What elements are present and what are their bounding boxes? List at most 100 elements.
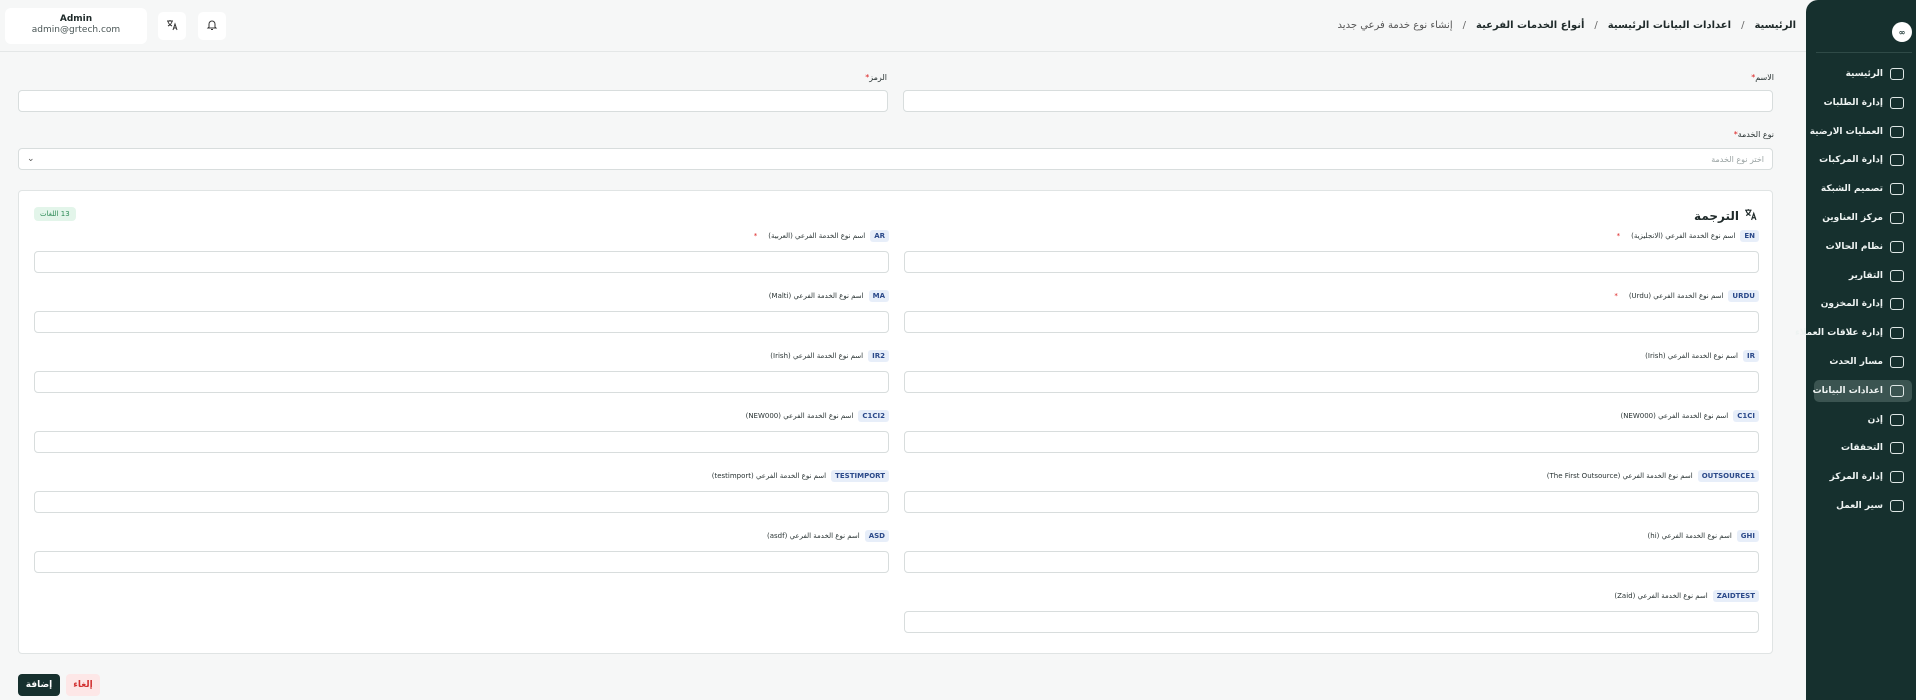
sidebar-item[interactable]: إدارة الطلبات bbox=[1814, 92, 1912, 114]
breadcrumb-separator: / bbox=[1741, 20, 1745, 31]
sidebar-item-label: إدارة علاقات العملاء bbox=[1795, 328, 1883, 339]
translation-input[interactable] bbox=[34, 371, 889, 393]
translation-field: IR2 اسم نوع الخدمة الفرعي (Irish) bbox=[34, 349, 889, 393]
translation-input[interactable] bbox=[904, 491, 1759, 513]
translation-input[interactable] bbox=[34, 551, 889, 573]
sidebar-item-label: مركز العناوين bbox=[1822, 212, 1883, 223]
code-input[interactable] bbox=[18, 90, 888, 112]
database-icon bbox=[1890, 384, 1904, 397]
sidebar-item[interactable]: مسار الحدث bbox=[1814, 351, 1912, 373]
user-profile-card[interactable]: Admin admin@grtech.com bbox=[5, 8, 147, 44]
sidebar-item[interactable]: التقارير bbox=[1814, 265, 1912, 287]
language-code-badge: MA bbox=[868, 290, 889, 302]
translation-field-label: اسم نوع الخدمة الفرعي (Irish) bbox=[770, 352, 864, 360]
sidebar-item-label: تصميم الشبكة bbox=[1820, 184, 1883, 195]
validation-icon bbox=[1890, 442, 1904, 455]
translation-input[interactable] bbox=[34, 431, 889, 453]
name-input[interactable] bbox=[903, 90, 1773, 112]
sidebar-item[interactable]: إذن bbox=[1814, 409, 1912, 431]
sidebar-item-label: التحققات bbox=[1840, 443, 1883, 454]
translation-input[interactable] bbox=[904, 611, 1759, 633]
translation-title: الترجمة bbox=[1694, 208, 1757, 224]
translation-input[interactable] bbox=[904, 431, 1759, 453]
translation-card: الترجمة 13 اللغات EN اسم نوع الخدمة الفرع… bbox=[18, 190, 1773, 654]
translate-icon bbox=[166, 19, 178, 34]
translation-field: IR اسم نوع الخدمة الفرعي (Irish) bbox=[904, 349, 1759, 393]
translation-input[interactable] bbox=[904, 311, 1759, 333]
sidebar-item-label: اعدادات البيانات bbox=[1812, 385, 1883, 396]
translation-field-label: اسم نوع الخدمة الفرعي (NEW000) bbox=[745, 412, 854, 420]
translation-field-label: اسم نوع الخدمة الفرعي (NEW000) bbox=[1620, 412, 1729, 420]
location-icon bbox=[1890, 211, 1904, 224]
translation-input[interactable] bbox=[904, 251, 1759, 273]
translation-field-header: OUTSOURCE1 اسم نوع الخدمة الفرعي (The Fir… bbox=[904, 469, 1759, 483]
translation-field-label: اسم نوع الخدمة الفرعي (Zaid) bbox=[1614, 592, 1708, 600]
language-toggle-button[interactable] bbox=[158, 12, 186, 40]
required-mark: * bbox=[1614, 292, 1618, 300]
translation-field-header: ZAIDTEST اسم نوع الخدمة الفرعي (Zaid) bbox=[904, 589, 1759, 603]
sidebar-item-label: مسار الحدث bbox=[1829, 356, 1883, 367]
sidebar-item-label: الرئيسية bbox=[1845, 69, 1883, 79]
translation-field-header: IR اسم نوع الخدمة الفرعي (Irish) bbox=[904, 349, 1759, 363]
breadcrumb-separator: / bbox=[1462, 20, 1466, 31]
sidebar-item[interactable]: اعدادات البيانات bbox=[1812, 379, 1912, 402]
translation-field-header: C1CI اسم نوع الخدمة الفرعي (NEW000) bbox=[904, 409, 1759, 423]
sidebar-item[interactable]: تصميم الشبكة bbox=[1814, 178, 1912, 200]
network-icon bbox=[1890, 183, 1904, 196]
sidebar-item[interactable]: إدارة المخزون bbox=[1814, 293, 1912, 315]
workflow-icon bbox=[1890, 499, 1904, 512]
chevron-down-icon: ⌄ bbox=[27, 154, 35, 164]
translation-input[interactable] bbox=[904, 371, 1759, 393]
service-type-label: نوع الخدمة* bbox=[1733, 130, 1774, 139]
translation-input[interactable] bbox=[34, 251, 889, 273]
service-type-select[interactable]: اختر نوع الخدمة ⌄ bbox=[18, 148, 1773, 170]
event-path-icon bbox=[1890, 355, 1904, 368]
breadcrumb-master-data[interactable]: اعدادات البيانات الرئيسية bbox=[1608, 20, 1731, 31]
reports-icon bbox=[1890, 269, 1904, 282]
translation-field-header: EN اسم نوع الخدمة الفرعي (الانجليزية) * bbox=[904, 229, 1759, 243]
translation-field-label: اسم نوع الخدمة الفرعي (hi) bbox=[1647, 532, 1732, 540]
sidebar-item[interactable]: العمليات الارضية bbox=[1810, 121, 1912, 143]
translation-field-label: اسم نوع الخدمة الفرعي (Irish) bbox=[1645, 352, 1738, 360]
translation-field: MA اسم نوع الخدمة الفرعي (Malti) bbox=[34, 289, 889, 333]
cancel-button[interactable]: إلغاء bbox=[66, 674, 100, 696]
translation-field: GHI اسم نوع الخدمة الفرعي (hi) bbox=[904, 529, 1759, 573]
notifications-button[interactable] bbox=[198, 12, 226, 40]
breadcrumb-home[interactable]: الرئيسية bbox=[1754, 20, 1796, 31]
translation-field-header: IR2 اسم نوع الخدمة الفرعي (Irish) bbox=[34, 349, 889, 363]
sidebar-divider bbox=[1816, 52, 1912, 53]
sidebar-item[interactable]: التحققات bbox=[1814, 437, 1912, 459]
app-logo[interactable]: ∞ bbox=[1892, 22, 1912, 42]
add-button[interactable]: إضافة bbox=[18, 674, 60, 696]
inventory-icon bbox=[1890, 298, 1904, 311]
translation-field-label: اسم نوع الخدمة الفرعي (العربية) bbox=[768, 232, 866, 240]
sidebar-item[interactable]: نظام الحالات bbox=[1814, 236, 1912, 258]
truck-icon bbox=[1890, 154, 1904, 167]
breadcrumb-current: إنشاء نوع خدمة فرعي جديد bbox=[1337, 20, 1453, 31]
sidebar: ∞ الرئيسية إدارة الطلبات العمليات الارضية إ… bbox=[1795, 0, 1916, 700]
language-code-badge: ASD bbox=[864, 530, 889, 542]
sidebar-item[interactable]: سير العمل bbox=[1814, 495, 1912, 517]
name-label: الاسم* bbox=[1751, 73, 1774, 82]
translation-field-label: اسم نوع الخدمة الفرعي (The First Outsour… bbox=[1546, 472, 1693, 480]
breadcrumb-sub-service-types[interactable]: أنواع الخدمات الفرعية bbox=[1476, 20, 1584, 31]
sidebar-item[interactable]: إدارة المركز bbox=[1814, 466, 1912, 488]
translation-field: OUTSOURCE1 اسم نوع الخدمة الفرعي (The Fir… bbox=[904, 469, 1759, 513]
translation-field-header: MA اسم نوع الخدمة الفرعي (Malti) bbox=[34, 289, 889, 303]
translation-field-label: اسم نوع الخدمة الفرعي (الانجليزية) bbox=[1631, 232, 1736, 240]
sidebar-item[interactable]: إدارة علاقات العملاء bbox=[1795, 322, 1912, 344]
language-code-badge: URDU bbox=[1728, 290, 1759, 302]
translation-input[interactable] bbox=[34, 311, 889, 333]
translation-input[interactable] bbox=[904, 551, 1759, 573]
sidebar-item[interactable]: مركز العناوين bbox=[1814, 207, 1912, 229]
translation-field: TESTIMPORT اسم نوع الخدمة الفرعي (testimp… bbox=[34, 469, 889, 513]
language-code-badge: C1CI bbox=[1733, 410, 1759, 422]
sidebar-item[interactable]: الرئيسية bbox=[1814, 63, 1912, 85]
languages-count-badge: 13 اللغات bbox=[34, 207, 76, 221]
user-email: admin@grtech.com bbox=[31, 25, 121, 35]
translation-input[interactable] bbox=[34, 491, 889, 513]
sidebar-item[interactable]: إدارة المركبات bbox=[1814, 149, 1912, 171]
sidebar-nav: الرئيسية إدارة الطلبات العمليات الارضية إدا… bbox=[1795, 63, 1912, 524]
sidebar-item-label: العمليات الارضية bbox=[1809, 126, 1883, 137]
sidebar-item-label: نظام الحالات bbox=[1825, 241, 1883, 252]
